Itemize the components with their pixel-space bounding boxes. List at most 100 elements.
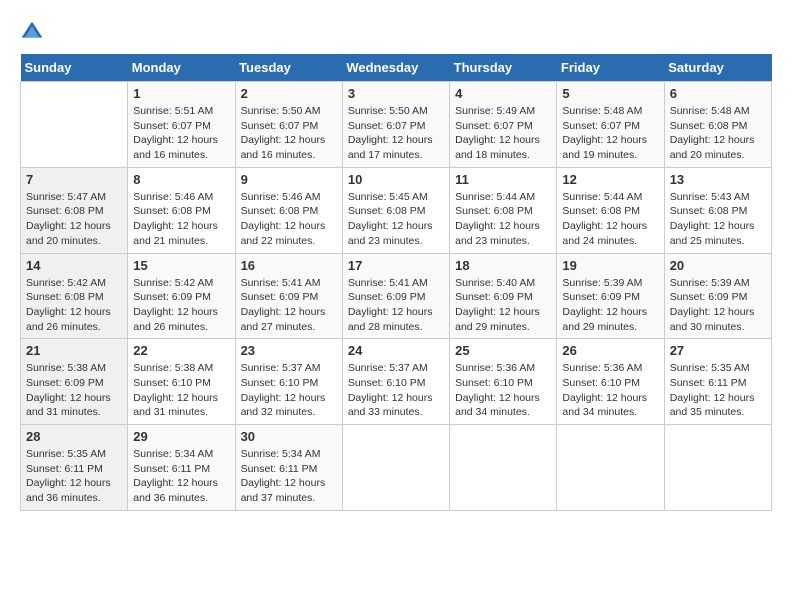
day-number: 21	[26, 343, 122, 358]
week-row-3: 14 Sunrise: 5:42 AMSunset: 6:08 PMDayligh…	[21, 253, 772, 339]
day-info: Sunrise: 5:35 AMSunset: 6:11 PMDaylight:…	[670, 361, 766, 420]
day-cell	[557, 425, 664, 511]
day-number: 8	[133, 172, 229, 187]
day-cell	[21, 82, 128, 168]
day-number: 11	[455, 172, 551, 187]
day-cell: 10 Sunrise: 5:45 AMSunset: 6:08 PMDayligh…	[342, 167, 449, 253]
day-info: Sunrise: 5:42 AMSunset: 6:08 PMDaylight:…	[26, 276, 122, 335]
day-cell: 23 Sunrise: 5:37 AMSunset: 6:10 PMDayligh…	[235, 339, 342, 425]
day-info: Sunrise: 5:48 AMSunset: 6:07 PMDaylight:…	[562, 104, 658, 163]
weekday-header-row: SundayMondayTuesdayWednesdayThursdayFrid…	[21, 54, 772, 82]
weekday-header-saturday: Saturday	[664, 54, 771, 82]
page-header	[20, 20, 772, 44]
week-row-1: 1Sunrise: 5:51 AMSunset: 6:07 PMDaylight…	[21, 82, 772, 168]
day-info: Sunrise: 5:35 AMSunset: 6:11 PMDaylight:…	[26, 447, 122, 506]
weekday-header-friday: Friday	[557, 54, 664, 82]
day-info: Sunrise: 5:34 AMSunset: 6:11 PMDaylight:…	[241, 447, 337, 506]
day-number: 10	[348, 172, 444, 187]
day-cell: 3Sunrise: 5:50 AMSunset: 6:07 PMDaylight…	[342, 82, 449, 168]
day-cell: 17 Sunrise: 5:41 AMSunset: 6:09 PMDayligh…	[342, 253, 449, 339]
day-cell: 8 Sunrise: 5:46 AMSunset: 6:08 PMDaylight…	[128, 167, 235, 253]
day-info: Sunrise: 5:36 AMSunset: 6:10 PMDaylight:…	[562, 361, 658, 420]
day-cell: 12Sunrise: 5:44 AMSunset: 6:08 PMDayligh…	[557, 167, 664, 253]
day-number: 7	[26, 172, 122, 187]
day-info: Sunrise: 5:38 AMSunset: 6:10 PMDaylight:…	[133, 361, 229, 420]
day-info: Sunrise: 5:47 AMSunset: 6:08 PMDaylight:…	[26, 190, 122, 249]
day-cell: 25 Sunrise: 5:36 AMSunset: 6:10 PMDayligh…	[450, 339, 557, 425]
day-number: 4	[455, 86, 551, 101]
day-info: Sunrise: 5:48 AMSunset: 6:08 PMDaylight:…	[670, 104, 766, 163]
day-number: 17	[348, 258, 444, 273]
day-cell: 16 Sunrise: 5:41 AMSunset: 6:09 PMDayligh…	[235, 253, 342, 339]
day-number: 30	[241, 429, 337, 444]
day-number: 27	[670, 343, 766, 358]
day-info: Sunrise: 5:41 AMSunset: 6:09 PMDaylight:…	[348, 276, 444, 335]
day-cell: 30 Sunrise: 5:34 AMSunset: 6:11 PMDayligh…	[235, 425, 342, 511]
day-cell: 28 Sunrise: 5:35 AMSunset: 6:11 PMDayligh…	[21, 425, 128, 511]
day-number: 2	[241, 86, 337, 101]
day-cell: 4 Sunrise: 5:49 AMSunset: 6:07 PMDaylight…	[450, 82, 557, 168]
day-cell: 5Sunrise: 5:48 AMSunset: 6:07 PMDaylight…	[557, 82, 664, 168]
day-info: Sunrise: 5:39 AMSunset: 6:09 PMDaylight:…	[562, 276, 658, 335]
day-info: Sunrise: 5:36 AMSunset: 6:10 PMDaylight:…	[455, 361, 551, 420]
day-info: Sunrise: 5:39 AMSunset: 6:09 PMDaylight:…	[670, 276, 766, 335]
day-number: 26	[562, 343, 658, 358]
day-number: 6	[670, 86, 766, 101]
day-cell: 27 Sunrise: 5:35 AMSunset: 6:11 PMDayligh…	[664, 339, 771, 425]
day-number: 1	[133, 86, 229, 101]
day-info: Sunrise: 5:40 AMSunset: 6:09 PMDaylight:…	[455, 276, 551, 335]
day-info: Sunrise: 5:38 AMSunset: 6:09 PMDaylight:…	[26, 361, 122, 420]
day-number: 29	[133, 429, 229, 444]
day-cell: 9Sunrise: 5:46 AMSunset: 6:08 PMDaylight…	[235, 167, 342, 253]
day-cell: 2 Sunrise: 5:50 AMSunset: 6:07 PMDaylight…	[235, 82, 342, 168]
day-number: 28	[26, 429, 122, 444]
day-info: Sunrise: 5:43 AMSunset: 6:08 PMDaylight:…	[670, 190, 766, 249]
logo	[20, 20, 48, 44]
day-number: 22	[133, 343, 229, 358]
week-row-5: 28 Sunrise: 5:35 AMSunset: 6:11 PMDayligh…	[21, 425, 772, 511]
day-cell	[450, 425, 557, 511]
day-number: 14	[26, 258, 122, 273]
day-info: Sunrise: 5:50 AMSunset: 6:07 PMDaylight:…	[241, 104, 337, 163]
day-number: 3	[348, 86, 444, 101]
day-cell: 19 Sunrise: 5:39 AMSunset: 6:09 PMDayligh…	[557, 253, 664, 339]
day-info: Sunrise: 5:45 AMSunset: 6:08 PMDaylight:…	[348, 190, 444, 249]
day-number: 12	[562, 172, 658, 187]
day-cell: 14 Sunrise: 5:42 AMSunset: 6:08 PMDayligh…	[21, 253, 128, 339]
day-info: Sunrise: 5:37 AMSunset: 6:10 PMDaylight:…	[241, 361, 337, 420]
day-info: Sunrise: 5:42 AMSunset: 6:09 PMDaylight:…	[133, 276, 229, 335]
weekday-header-sunday: Sunday	[21, 54, 128, 82]
day-info: Sunrise: 5:49 AMSunset: 6:07 PMDaylight:…	[455, 104, 551, 163]
day-cell: 18 Sunrise: 5:40 AMSunset: 6:09 PMDayligh…	[450, 253, 557, 339]
day-cell: 26 Sunrise: 5:36 AMSunset: 6:10 PMDayligh…	[557, 339, 664, 425]
calendar-table: SundayMondayTuesdayWednesdayThursdayFrid…	[20, 54, 772, 511]
day-cell: 24 Sunrise: 5:37 AMSunset: 6:10 PMDayligh…	[342, 339, 449, 425]
day-cell: 29Sunrise: 5:34 AMSunset: 6:11 PMDayligh…	[128, 425, 235, 511]
weekday-header-monday: Monday	[128, 54, 235, 82]
weekday-header-wednesday: Wednesday	[342, 54, 449, 82]
day-number: 18	[455, 258, 551, 273]
logo-icon	[20, 20, 44, 44]
day-number: 24	[348, 343, 444, 358]
week-row-4: 21 Sunrise: 5:38 AMSunset: 6:09 PMDayligh…	[21, 339, 772, 425]
day-number: 9	[241, 172, 337, 187]
day-cell: 22 Sunrise: 5:38 AMSunset: 6:10 PMDayligh…	[128, 339, 235, 425]
weekday-header-thursday: Thursday	[450, 54, 557, 82]
day-cell	[342, 425, 449, 511]
day-number: 15	[133, 258, 229, 273]
day-cell	[664, 425, 771, 511]
day-info: Sunrise: 5:44 AMSunset: 6:08 PMDaylight:…	[455, 190, 551, 249]
day-number: 16	[241, 258, 337, 273]
day-cell: 7 Sunrise: 5:47 AMSunset: 6:08 PMDaylight…	[21, 167, 128, 253]
day-cell: 11 Sunrise: 5:44 AMSunset: 6:08 PMDayligh…	[450, 167, 557, 253]
day-cell: 20Sunrise: 5:39 AMSunset: 6:09 PMDayligh…	[664, 253, 771, 339]
day-info: Sunrise: 5:41 AMSunset: 6:09 PMDaylight:…	[241, 276, 337, 335]
day-number: 13	[670, 172, 766, 187]
day-info: Sunrise: 5:37 AMSunset: 6:10 PMDaylight:…	[348, 361, 444, 420]
day-number: 25	[455, 343, 551, 358]
weekday-header-tuesday: Tuesday	[235, 54, 342, 82]
day-number: 19	[562, 258, 658, 273]
day-info: Sunrise: 5:46 AMSunset: 6:08 PMDaylight:…	[133, 190, 229, 249]
day-cell: 1Sunrise: 5:51 AMSunset: 6:07 PMDaylight…	[128, 82, 235, 168]
day-number: 23	[241, 343, 337, 358]
